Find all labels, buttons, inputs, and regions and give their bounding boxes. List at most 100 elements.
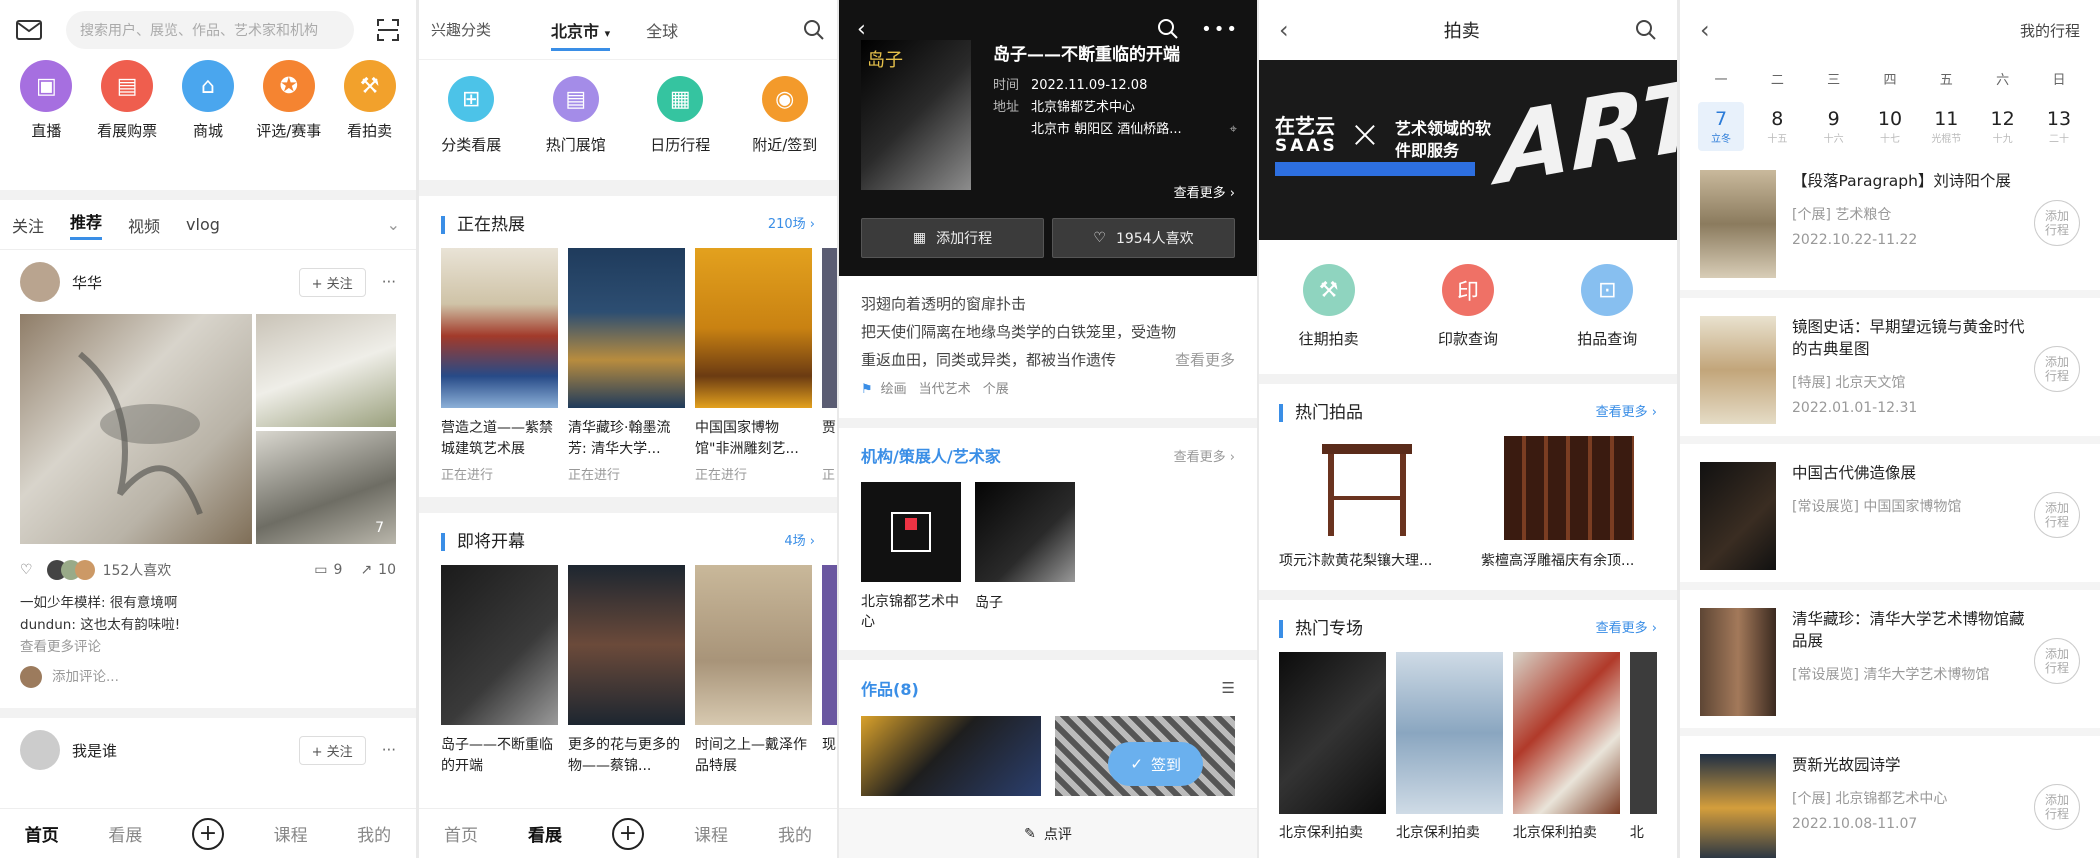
tag[interactable]: 个展 [983, 376, 1009, 404]
exhibition-card[interactable]: 更多的花与更多的物——蔡锦... [568, 565, 685, 777]
avatar[interactable] [20, 730, 60, 770]
desc-more-link[interactable]: 查看更多 [1175, 346, 1235, 374]
search-icon[interactable] [803, 19, 825, 41]
add-schedule-button[interactable]: 添加 行程 [2034, 492, 2080, 538]
org-item[interactable]: 北京锦都艺术中心 [861, 482, 961, 632]
date-cell[interactable]: 10 十七 [1867, 108, 1913, 145]
nav-plus-button[interactable]: + [191, 817, 224, 850]
exhibition-card[interactable]: 营造之道——紫禁城建筑艺术展 正在进行 [441, 248, 558, 483]
exhibition-card[interactable]: 贾 正 [822, 248, 837, 483]
nav-courses[interactable]: 课程 [274, 821, 308, 846]
tab-recommend[interactable]: 推荐 [70, 209, 103, 240]
more-icon[interactable]: ··· [382, 741, 396, 759]
nav-mine[interactable]: 我的 [778, 821, 812, 846]
list-view-icon[interactable]: ☰ [1222, 679, 1235, 697]
category-contest[interactable]: ✪ 评选/赛事 [253, 60, 325, 190]
nav-exhibitions[interactable]: 看展 [108, 821, 142, 846]
tab-global[interactable]: 全球 [646, 18, 678, 42]
tab-follow[interactable]: 关注 [12, 213, 44, 237]
nav-exhibitions[interactable]: 看展 [528, 821, 562, 846]
date-cell[interactable]: 8 十五 [1754, 108, 1800, 145]
nav-plus-button[interactable]: + [612, 817, 644, 850]
promo-banner[interactable]: 在艺云 SAAS × 艺术领域的软件即服务 ART [1259, 60, 1677, 240]
lot-card[interactable]: 项元汴款黄花梨镶大理... [1279, 436, 1455, 570]
like-button[interactable]: ♡ 1954人喜欢 [1052, 218, 1235, 258]
post-image-2[interactable] [256, 314, 396, 427]
see-more-link[interactable]: 查看更多 › [1596, 401, 1657, 420]
comment-bar[interactable]: ✎ 点评 [839, 808, 1257, 858]
mail-icon[interactable] [16, 20, 42, 40]
schedule-item[interactable]: 清华藏珍：清华大学艺术博物馆藏品展 [常设展览] 清华大学艺术博物馆 添加 行程 [1680, 590, 2100, 736]
back-icon[interactable]: ‹ [857, 17, 866, 42]
category-live[interactable]: ▣ 直播 [10, 60, 82, 190]
nav-courses[interactable]: 课程 [694, 821, 728, 846]
tag[interactable]: 绘画 [881, 376, 907, 404]
session-card[interactable]: 北京保利拍卖 [1279, 652, 1386, 842]
schedule-item[interactable]: 贾新光故园诗学 [个展] 北京锦都艺术中心 2022.10.08-11.07 添… [1680, 736, 2100, 858]
section-count-link[interactable]: 4场 › [784, 530, 815, 549]
share-icon[interactable]: ↗ [360, 562, 372, 578]
search-input[interactable]: 搜索用户、展览、作品、艺术家和机构 [66, 11, 354, 49]
add-schedule-button[interactable]: 添加 行程 [2034, 784, 2080, 830]
post-username[interactable]: 华华 [72, 272, 299, 293]
scan-icon[interactable] [376, 18, 400, 42]
exhibition-card[interactable]: 岛子——不断重临的开端 [441, 565, 558, 777]
exhibition-card[interactable]: 中国国家博物馆"非洲雕刻艺... 正在进行 [695, 248, 812, 483]
checkin-button[interactable]: ✓ 签到 [1108, 742, 1203, 786]
tab-beijing[interactable]: 北京市 ▾ [551, 18, 611, 51]
follow-button[interactable]: + 关注 [298, 267, 366, 297]
schedule-item[interactable]: 中国古代佛造像展 [常设展览] 中国国家博物馆 添加 行程 [1680, 444, 2100, 590]
section-count-link[interactable]: 210场 › [768, 213, 815, 232]
avatar[interactable] [20, 262, 60, 302]
category-shop[interactable]: ⌂ 商城 [172, 60, 244, 190]
exhibition-card[interactable]: 清华藏珍·翰墨流芳: 清华大学... 正在进行 [568, 248, 685, 483]
category-tickets[interactable]: ▤ 看展购票 [91, 60, 163, 190]
back-icon[interactable]: ‹ [1700, 16, 1710, 44]
date-cell-selected[interactable]: 7 立冬 [1698, 101, 1744, 151]
session-card[interactable]: 北京保利拍卖 [1512, 652, 1620, 842]
schedule-item[interactable]: 镜图史话：早期望远镜与黄金时代的古典星图 [特展] 北京天文馆 2022.01.… [1680, 298, 2100, 444]
location-pin-icon[interactable]: ⌖ [1230, 119, 1237, 141]
comment-icon[interactable]: ▭ [314, 562, 327, 578]
category-calendar[interactable]: ▦ 日历行程 [630, 76, 730, 180]
add-schedule-button[interactable]: 添加 行程 [2034, 200, 2080, 246]
exhibition-venue[interactable]: 北京锦都艺术中心 [1031, 97, 1135, 119]
exhibition-address[interactable]: 北京市 朝阳区 酒仙桥路... [1031, 119, 1182, 141]
more-icon[interactable]: ••• [1201, 19, 1239, 40]
category-venues[interactable]: ▤ 热门展馆 [526, 76, 626, 180]
org-more-link[interactable]: 查看更多 › [1174, 446, 1235, 465]
add-schedule-button[interactable]: 添加 行程 [2034, 346, 2080, 392]
post-image-3[interactable]: 7 [256, 431, 396, 544]
like-icon[interactable]: ♡ [20, 562, 33, 578]
tag[interactable]: 当代艺术 [919, 376, 971, 404]
search-icon[interactable] [1157, 18, 1179, 40]
category-past-auctions[interactable]: ⚒ 往期拍卖 [1279, 264, 1379, 370]
chevron-down-icon[interactable]: ⌄ [387, 215, 400, 234]
session-card[interactable]: 北 [1629, 652, 1657, 842]
add-comment-input[interactable]: 添加评论... [52, 666, 119, 688]
more-comments-link[interactable]: 查看更多评论 [20, 636, 396, 658]
tab-interest[interactable]: 兴趣分类 [431, 19, 491, 40]
org-item[interactable]: 岛子 [975, 482, 1075, 612]
exhibition-card[interactable]: 现 [822, 565, 837, 777]
back-icon[interactable]: ‹ [1279, 16, 1289, 44]
search-icon[interactable] [1635, 19, 1657, 41]
exhibition-card[interactable]: 时间之上—戴泽作品特展 [695, 565, 812, 777]
see-more-link[interactable]: 查看更多 › [1596, 617, 1657, 636]
category-auction[interactable]: ⚒ 看拍卖 [334, 60, 406, 190]
category-nearby[interactable]: ◉ 附近/签到 [735, 76, 835, 180]
lot-card[interactable]: 紫檀高浮雕福庆有余顶... [1481, 436, 1657, 570]
add-schedule-button[interactable]: ▦ 添加行程 [861, 218, 1044, 258]
post-image-main[interactable] [20, 314, 252, 544]
see-more-link[interactable]: 查看更多 › [1174, 182, 1235, 201]
post-images[interactable]: 7 [0, 314, 416, 544]
tab-vlog[interactable]: vlog [186, 215, 220, 234]
nav-home[interactable]: 首页 [444, 821, 478, 846]
category-seal-query[interactable]: 印 印款查询 [1418, 264, 1518, 370]
category-classify[interactable]: ⊞ 分类看展 [421, 76, 521, 180]
schedule-item[interactable]: 【段落Paragraph】刘诗阳个展 [个展] 艺术粮仓 2022.10.22-… [1680, 152, 2100, 298]
tab-video[interactable]: 视频 [128, 213, 160, 237]
date-cell[interactable]: 9 十六 [1811, 108, 1857, 145]
more-icon[interactable]: ··· [382, 273, 396, 291]
nav-mine[interactable]: 我的 [357, 821, 391, 846]
